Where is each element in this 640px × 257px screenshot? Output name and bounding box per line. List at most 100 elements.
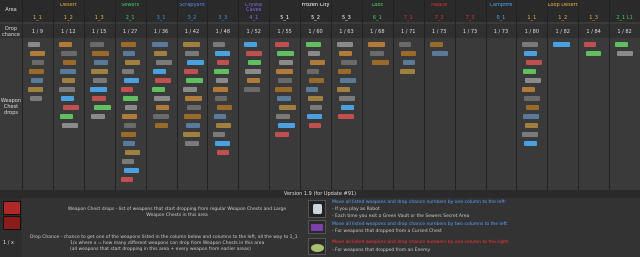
drop-chance-12: 1 / 71 [401,29,416,35]
weapon-icon [341,60,357,65]
weapon-icon [338,114,354,119]
weapon-icon [247,78,261,83]
weapon-icon [400,51,416,56]
chest-legend-text: Weapon Chest drops - list of weapons tha… [67,207,287,218]
subarea-18: 1_3 [589,15,599,21]
weapon-icon [526,60,543,65]
weapon-icon [617,51,634,56]
drop-chance-5: 1 / 42 [184,29,200,35]
column-divider [176,0,178,190]
weapon-icon [62,105,79,110]
drop-chance-3: 1 / 27 [122,29,138,35]
weapon-icon [121,69,134,74]
drop-chance-17: 1 / 82 [555,29,570,35]
weapon-icon [522,132,539,137]
weapon-icon [276,69,294,74]
weapon-icon [151,87,165,92]
column-divider [423,0,425,190]
drop-chance-6: 1 / 48 [215,29,231,35]
weapon-icon [29,69,44,74]
drop-chance-18: 1 / 84 [586,29,601,35]
weapon-icon [277,96,292,101]
weapon-icon [213,42,226,47]
weapon-icon [246,51,263,56]
weapon-icon [340,78,356,83]
weapon-icon [217,105,233,110]
area-name-4: Frozen City [301,3,330,8]
drop-chance-2: 1 / 15 [92,29,107,35]
subarea-8: 5_1 [280,15,290,21]
column-divider [454,0,456,190]
weapon-icon [275,132,290,137]
weapon-icon [120,87,133,92]
weapon-icon [92,78,107,83]
subarea-17: 1_2 [558,15,568,21]
subarea-10: 5_3 [342,15,351,21]
drop-chance-1: 1 / 12 [61,29,76,35]
cursed-line-1: Move all listed weapons and drop chance … [332,222,509,227]
weapon-icon [89,87,107,92]
weapon-icon [93,105,111,110]
weapon-drop-table: Area Drop chance Weapon Chest drops Dese… [0,0,640,257]
column-divider [547,0,549,190]
enemy-icon [308,238,326,255]
robot-line-3: - Each time you exit a Green Vault or th… [332,214,470,219]
column-divider [609,0,611,190]
weapon-icon [121,159,134,164]
area-name-0: Desert [60,3,77,8]
subarea-7: 4_1 [249,15,259,21]
weapon-icon [337,42,353,47]
column-divider [22,0,23,190]
weapon-icon [277,51,295,56]
weapon-icon [184,141,199,146]
column-divider [269,0,271,190]
weapon-icon [184,51,199,56]
weapon-icon [275,87,293,92]
column-divider [485,0,487,190]
drop-chance-label: Drop chance [2,26,20,38]
subarea-13: 7_2 [434,15,444,21]
weapon-icon [28,42,40,47]
weapon-icon [217,60,230,65]
weapon-icon [429,42,443,47]
enemy-line-2: - For weapons that dropped from an Enemy [332,248,431,253]
area-name-7: Campfire [489,3,513,8]
weapon-icon [59,69,76,74]
weapon-icon [182,42,200,47]
weapon-icon [61,123,78,128]
weapon-icon [124,60,140,65]
area-name-8: Loop Desert [547,3,578,8]
weapon-icon [309,123,322,128]
subarea-19: 2_1 L1 [616,15,633,21]
weapon-icon [186,60,204,65]
weapon-chest-icon [3,201,21,215]
weapon-icon [124,105,137,110]
subarea-11: 6_1 [372,15,382,21]
weapon-icon [522,42,539,47]
weapon-icon [153,96,170,101]
weapon-icon [30,96,42,101]
weapon-icon [339,51,352,56]
column-divider [207,0,209,190]
weapon-icon [402,60,415,65]
weapon-icon [526,105,540,110]
column-divider [83,0,85,190]
weapon-icon [367,42,385,47]
weapon-icon [215,51,231,56]
weapon-icon [525,123,539,128]
subarea-6: 3_3 [218,15,228,21]
column-divider [331,0,332,190]
weapon-icon [89,42,104,47]
robot-line-1: Move all listed weapons and drop chance … [332,200,507,205]
drop-chance-13: 1 / 73 [431,29,447,35]
weapon-icon [122,96,138,101]
weapon-icon [279,105,297,110]
weapon-icon [90,114,105,119]
subarea-4: 3_1 [156,15,166,21]
weapon-icon [525,78,542,83]
weapon-icon [278,123,296,128]
weapon-icon [309,78,325,83]
weapon-icon [522,87,536,92]
weapon-icon [399,69,415,74]
weapon-icon [30,51,45,56]
